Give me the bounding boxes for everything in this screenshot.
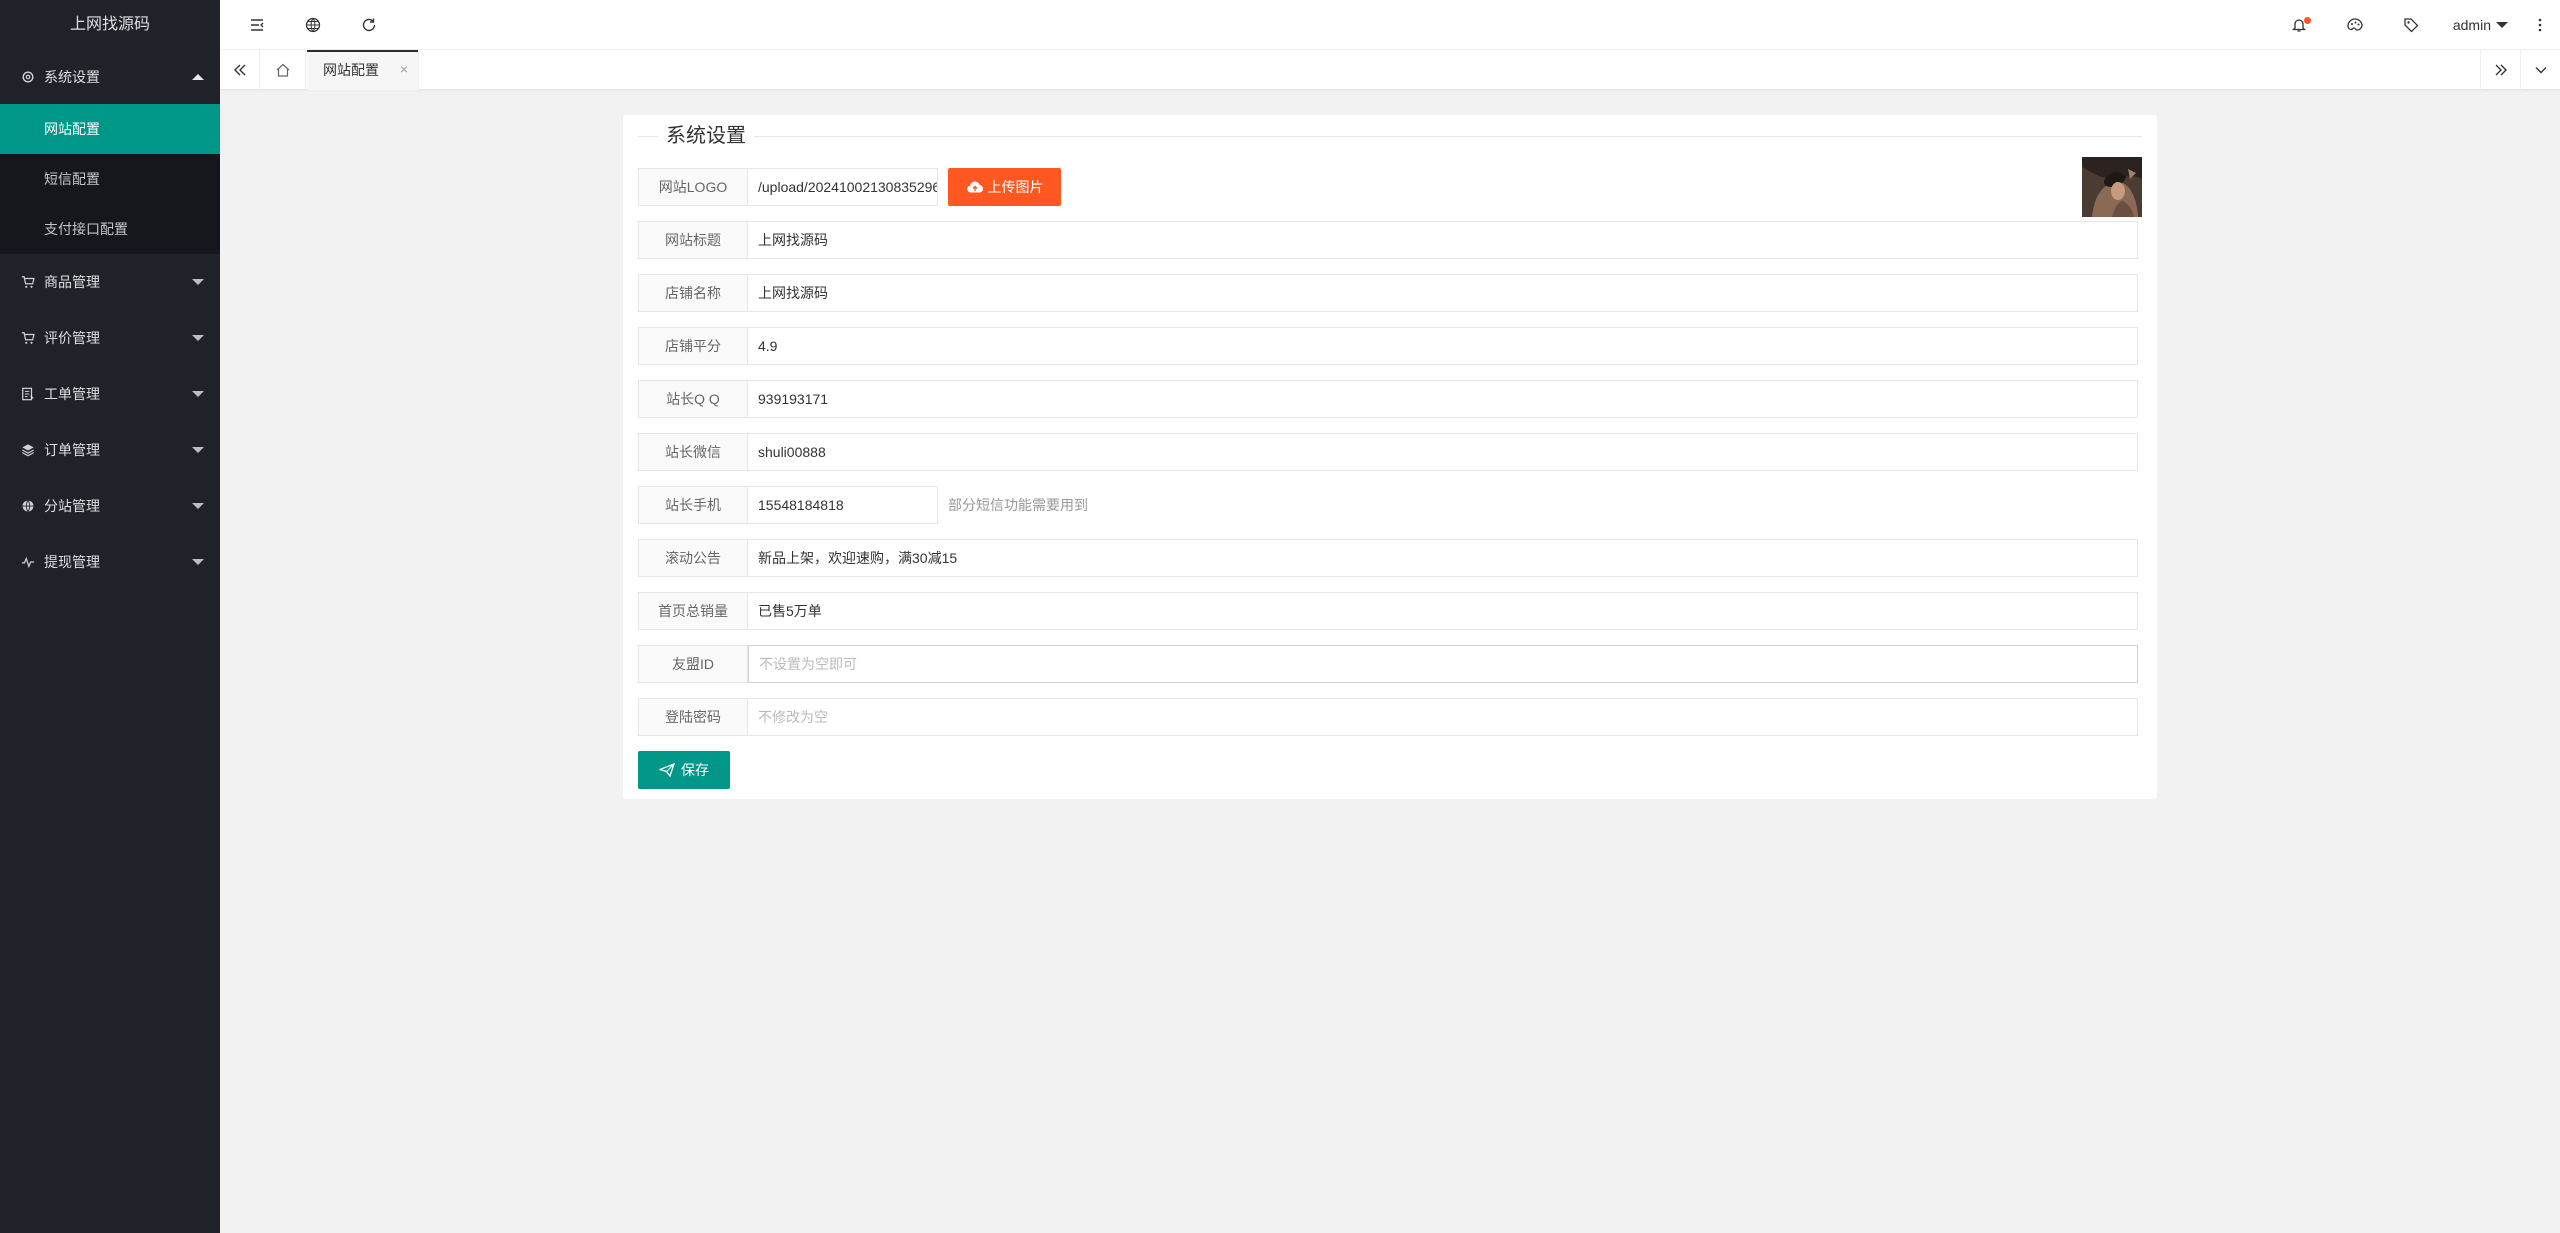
phone-input[interactable]: 15548184818 bbox=[748, 486, 938, 524]
nav-label: 提现管理 bbox=[44, 554, 100, 570]
tabs-prev-icon[interactable] bbox=[220, 50, 260, 90]
refresh-icon[interactable] bbox=[344, 0, 394, 50]
union-id-input[interactable]: 不设置为空即可 bbox=[748, 645, 2138, 683]
upload-image-button[interactable]: 上传图片 bbox=[948, 168, 1061, 206]
nav-ticket-management[interactable]: 工单管理 bbox=[0, 366, 220, 422]
form-row-logo: 网站LOGO /upload/20241002130835296 上传图片 bbox=[638, 168, 1061, 206]
chevron-down-icon bbox=[192, 559, 204, 565]
settings-card: 系统设置 网站LOGO /upload/20241002130835296 上传… bbox=[623, 115, 2157, 799]
form-row-shop-name: 店铺名称 上网找源码 bbox=[638, 274, 2138, 312]
field-label: 站长微信 bbox=[638, 433, 748, 471]
form-row-site-title: 网站标题 上网找源码 bbox=[638, 221, 2138, 259]
chevron-down-icon bbox=[192, 391, 204, 397]
notification-dot bbox=[2303, 17, 2311, 24]
nav-label: 分站管理 bbox=[44, 498, 100, 514]
shop-score-input[interactable]: 4.9 bbox=[748, 327, 2138, 365]
field-label: 店铺平分 bbox=[638, 327, 748, 365]
password-input[interactable]: 不修改为空 bbox=[748, 698, 2138, 736]
field-label: 站长Q Q bbox=[638, 380, 748, 418]
field-label: 滚动公告 bbox=[638, 539, 748, 577]
tab-label: 网站配置 bbox=[323, 62, 379, 78]
field-label: 店铺名称 bbox=[638, 274, 748, 312]
nav-system-settings[interactable]: 系统设置 bbox=[0, 50, 220, 104]
form-row-password: 登陆密码 不修改为空 bbox=[638, 698, 2138, 736]
legend-divider bbox=[638, 136, 2142, 137]
tabs-dropdown-icon[interactable] bbox=[2520, 50, 2560, 90]
globe-icon[interactable] bbox=[288, 0, 338, 50]
wechat-input[interactable]: shuli00888 bbox=[748, 433, 2138, 471]
field-label: 登陆密码 bbox=[638, 698, 748, 736]
subnav-item-payment-config[interactable]: 支付接口配置 bbox=[0, 204, 220, 254]
chevron-down-icon bbox=[192, 335, 204, 341]
chevron-down-icon bbox=[192, 503, 204, 509]
nav-label: 系统设置 bbox=[44, 69, 100, 85]
qq-input[interactable]: 939193171 bbox=[748, 380, 2138, 418]
globe-icon bbox=[20, 498, 36, 514]
save-label: 保存 bbox=[681, 762, 709, 778]
logo-path-input[interactable]: /upload/20241002130835296 bbox=[748, 168, 938, 206]
menu-toggle-icon[interactable] bbox=[232, 0, 282, 50]
nav-withdraw-management[interactable]: 提现管理 bbox=[0, 534, 220, 590]
subnav-system: 网站配置 短信配置 支付接口配置 bbox=[0, 104, 220, 254]
nav-order-management[interactable]: 订单管理 bbox=[0, 422, 220, 478]
caret-down-icon bbox=[2496, 22, 2508, 28]
nav-label: 订单管理 bbox=[44, 442, 100, 458]
chevron-down-icon bbox=[192, 279, 204, 285]
header-right: admin bbox=[2271, 0, 2560, 50]
nav-label: 工单管理 bbox=[44, 386, 100, 402]
nav-label: 评价管理 bbox=[44, 330, 100, 346]
upload-label: 上传图片 bbox=[987, 179, 1044, 195]
chevron-down-icon bbox=[192, 447, 204, 453]
tag-icon[interactable] bbox=[2383, 0, 2439, 50]
site-title-input[interactable]: 上网找源码 bbox=[748, 221, 2138, 259]
chevron-up-icon bbox=[192, 74, 204, 80]
cloud-upload-icon bbox=[966, 181, 983, 193]
nav-substation-management[interactable]: 分站管理 bbox=[0, 478, 220, 534]
logo-preview-image bbox=[2082, 157, 2142, 217]
field-label: 首页总销量 bbox=[638, 592, 748, 630]
cart-icon bbox=[20, 330, 36, 346]
form-row-wechat: 站长微信 shuli00888 bbox=[638, 433, 2138, 471]
sales-input[interactable]: 已售5万单 bbox=[748, 592, 2138, 630]
form-legend: 系统设置 bbox=[658, 123, 754, 149]
field-label: 站长手机 bbox=[638, 486, 748, 524]
phone-hint: 部分短信功能需要用到 bbox=[948, 497, 1088, 513]
gear-icon bbox=[20, 69, 36, 85]
shop-name-input[interactable]: 上网找源码 bbox=[748, 274, 2138, 312]
app-logo-title[interactable]: 上网找源码 bbox=[0, 0, 220, 50]
form-row-union-id: 友盟ID 不设置为空即可 bbox=[638, 645, 2138, 683]
tab-site-config[interactable]: 网站配置 × bbox=[307, 50, 419, 90]
more-vertical-icon[interactable] bbox=[2520, 0, 2560, 50]
field-label: 友盟ID bbox=[638, 645, 748, 683]
user-menu[interactable]: admin bbox=[2439, 0, 2520, 50]
subnav-item-sms-config[interactable]: 短信配置 bbox=[0, 154, 220, 204]
bell-icon[interactable] bbox=[2271, 0, 2327, 50]
tabs-next-icon[interactable] bbox=[2480, 50, 2520, 90]
nav-product-management[interactable]: 商品管理 bbox=[0, 254, 220, 310]
username: admin bbox=[2452, 17, 2491, 33]
field-label: 网站LOGO bbox=[638, 168, 748, 206]
theme-icon[interactable] bbox=[2327, 0, 2383, 50]
form-row-qq: 站长Q Q 939193171 bbox=[638, 380, 2138, 418]
layers-icon bbox=[20, 442, 36, 458]
nav-label: 商品管理 bbox=[44, 274, 100, 290]
nav-review-management[interactable]: 评价管理 bbox=[0, 310, 220, 366]
close-icon[interactable]: × bbox=[400, 61, 408, 77]
form-row-shop-score: 店铺平分 4.9 bbox=[638, 327, 2138, 365]
form-icon bbox=[20, 386, 36, 402]
chart-icon bbox=[20, 554, 36, 570]
field-label: 网站标题 bbox=[638, 221, 748, 259]
cart-icon bbox=[20, 274, 36, 290]
subnav-item-site-config[interactable]: 网站配置 bbox=[0, 104, 220, 154]
send-icon bbox=[659, 763, 675, 777]
home-icon[interactable] bbox=[260, 50, 306, 90]
notice-input[interactable]: 新品上架，欢迎速购，满30减15 bbox=[748, 539, 2138, 577]
sidebar: 上网找源码 系统设置 网站配置 短信配置 支付接口配置 商品管理 评价管理 工单… bbox=[0, 0, 220, 1233]
save-button[interactable]: 保存 bbox=[638, 751, 730, 789]
form-row-phone: 站长手机 15548184818 部分短信功能需要用到 bbox=[638, 486, 1088, 524]
form-row-sales: 首页总销量 已售5万单 bbox=[638, 592, 2138, 630]
tabs-bar: 网站配置 × bbox=[220, 50, 2560, 90]
form-row-notice: 滚动公告 新品上架，欢迎速购，满30减15 bbox=[638, 539, 2138, 577]
top-header: admin bbox=[220, 0, 2560, 50]
